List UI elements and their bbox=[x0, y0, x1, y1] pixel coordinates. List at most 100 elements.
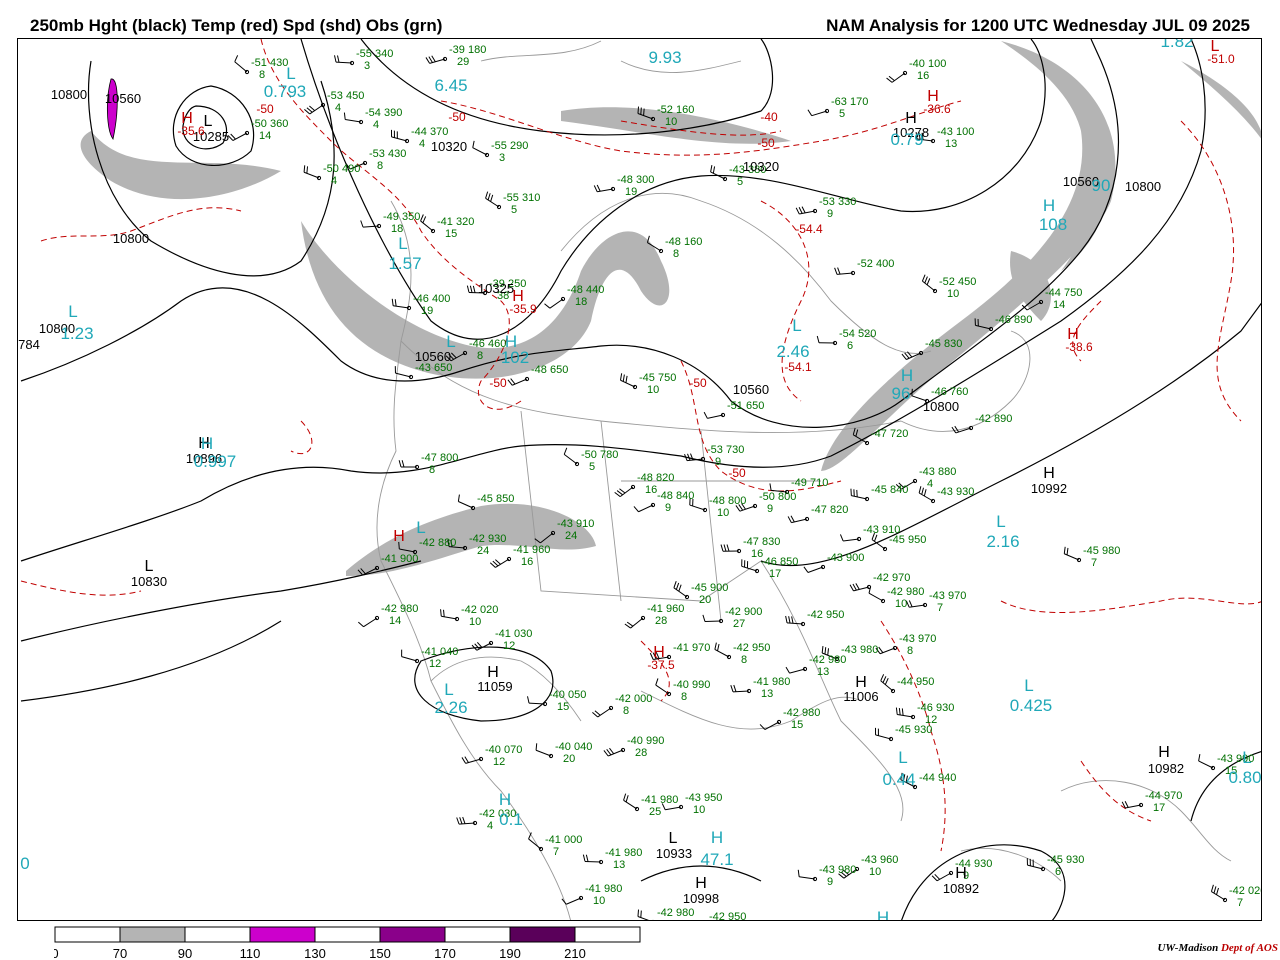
wind-barb-shaft bbox=[420, 220, 434, 232]
station-speed: 13 bbox=[945, 138, 957, 150]
wind-barb-flag bbox=[535, 743, 538, 751]
wind-barb-shaft bbox=[707, 414, 724, 419]
station-speed: 28 bbox=[655, 615, 667, 627]
wind-barb-flag bbox=[921, 274, 926, 282]
wind-barb-flag bbox=[616, 490, 623, 496]
height-center-marker: L bbox=[145, 558, 154, 575]
wind-barb-flag bbox=[898, 707, 901, 716]
station-obs: -41 320 bbox=[437, 216, 474, 228]
station-speed: 16 bbox=[645, 484, 657, 496]
height-center-marker: H bbox=[955, 865, 967, 882]
height-center-marker: H bbox=[855, 674, 867, 691]
wind-barb-flag bbox=[834, 267, 838, 275]
pressure-center-label: H bbox=[877, 908, 889, 921]
wind-barb-flag bbox=[837, 267, 841, 275]
wind-barb-flag bbox=[306, 166, 309, 174]
pressure-center-label: L bbox=[398, 234, 407, 253]
wind-barb-flag bbox=[878, 646, 884, 653]
wind-barb-flag bbox=[623, 793, 627, 801]
station-obs: -46 850 bbox=[761, 556, 798, 568]
height-label: 784 bbox=[18, 337, 40, 352]
station-obs: -43 910 bbox=[557, 518, 594, 530]
station-obs: -42 980 bbox=[657, 907, 694, 919]
wind-barb-shaft bbox=[566, 897, 582, 905]
temperature-center-marker: L bbox=[1211, 39, 1220, 55]
station-speed: 12 bbox=[493, 756, 505, 768]
station-obs: -41 040 bbox=[421, 646, 458, 658]
station-speed: 10 bbox=[469, 616, 481, 628]
station-speed: 4 bbox=[373, 119, 379, 131]
wind-barb-shaft bbox=[345, 119, 362, 123]
station-speed: 5 bbox=[589, 461, 595, 473]
wind-barb-flag bbox=[234, 55, 239, 62]
station-obs: -40 990 bbox=[627, 735, 664, 747]
pressure-center-label: 1.23 bbox=[60, 324, 93, 343]
station-speed: 10 bbox=[869, 866, 881, 878]
wind-barb-flag bbox=[712, 166, 716, 174]
station-speed: 8 bbox=[429, 464, 435, 476]
wind-barb-flag bbox=[401, 460, 405, 468]
wind-barb-flag bbox=[422, 216, 427, 224]
pressure-center-label: L bbox=[792, 316, 801, 335]
colorbar-label: 170 bbox=[434, 946, 456, 960]
wind-barb-flag bbox=[803, 566, 809, 573]
station-speed: 8 bbox=[477, 350, 483, 362]
station-obs: -49 710 bbox=[791, 477, 828, 489]
station-obs: -41 970 bbox=[673, 642, 710, 654]
height-label: 11059 bbox=[477, 679, 512, 694]
pressure-center-label: L bbox=[286, 64, 295, 83]
station-speed: 8 bbox=[907, 645, 913, 657]
wind-barb-flag bbox=[720, 544, 724, 552]
wind-barb-shaft bbox=[673, 587, 688, 598]
station-obs: -45 840 bbox=[871, 484, 908, 496]
jet-shade bbox=[301, 221, 670, 379]
wind-barb-flag bbox=[398, 460, 402, 468]
station-obs: -45 850 bbox=[477, 493, 514, 505]
wind-barb-flag bbox=[703, 411, 708, 419]
wind-barb-flag bbox=[726, 544, 730, 552]
wind-barb-shaft bbox=[704, 620, 722, 623]
pressure-center-label: 102 bbox=[501, 348, 529, 367]
wind-barb-flag bbox=[702, 614, 706, 622]
wind-barb-flag bbox=[544, 303, 551, 309]
wind-barb-flag bbox=[464, 756, 469, 763]
temperature-center-marker: H bbox=[653, 644, 665, 661]
colorbar-label: 90 bbox=[178, 946, 192, 960]
wind-barb-flag bbox=[675, 582, 680, 590]
station-speed: 10 bbox=[647, 384, 659, 396]
wind-barb-shaft bbox=[787, 622, 804, 625]
station-obs: -41 980 bbox=[753, 676, 790, 688]
station-obs: -53 730 bbox=[707, 444, 744, 456]
station-speed: 28 bbox=[635, 747, 647, 759]
wind-barb-flag bbox=[1213, 886, 1217, 894]
wind-barb-flag bbox=[797, 869, 800, 877]
station-speed: 18 bbox=[575, 296, 587, 308]
wind-barb-flag bbox=[643, 108, 645, 116]
station-speed: 16 bbox=[521, 556, 533, 568]
wind-barb-shaft bbox=[897, 714, 914, 718]
wind-barb-flag bbox=[624, 623, 631, 629]
wind-barb-shaft bbox=[623, 799, 638, 810]
station-obs: -53 430 bbox=[369, 148, 406, 160]
station-obs: -50 360 bbox=[251, 118, 288, 130]
station-speed: 9 bbox=[715, 456, 721, 468]
wind-barb-shaft bbox=[395, 372, 412, 378]
station-speed: 24 bbox=[477, 545, 489, 557]
wind-barb-flag bbox=[908, 600, 913, 608]
wind-barb-shaft bbox=[584, 860, 602, 863]
station-speed: 20 bbox=[563, 753, 575, 765]
station-obs: -46 760 bbox=[931, 386, 968, 398]
station-obs: -40 990 bbox=[673, 679, 710, 691]
wind-barb-flag bbox=[640, 107, 642, 115]
wind-barb-shaft bbox=[1198, 760, 1214, 769]
wind-barb-flag bbox=[888, 75, 895, 82]
station-speed: 25 bbox=[649, 806, 661, 818]
colorbar-cell bbox=[574, 926, 641, 943]
station-obs: -53 330 bbox=[819, 196, 856, 208]
station-obs: -46 890 bbox=[995, 314, 1032, 326]
wind-barb-shaft bbox=[638, 504, 654, 513]
station-speed: 17 bbox=[1153, 802, 1165, 814]
wind-barb-shaft bbox=[1064, 553, 1080, 561]
wind-barb-flag bbox=[1066, 547, 1069, 555]
station-speed: 10 bbox=[593, 895, 605, 907]
